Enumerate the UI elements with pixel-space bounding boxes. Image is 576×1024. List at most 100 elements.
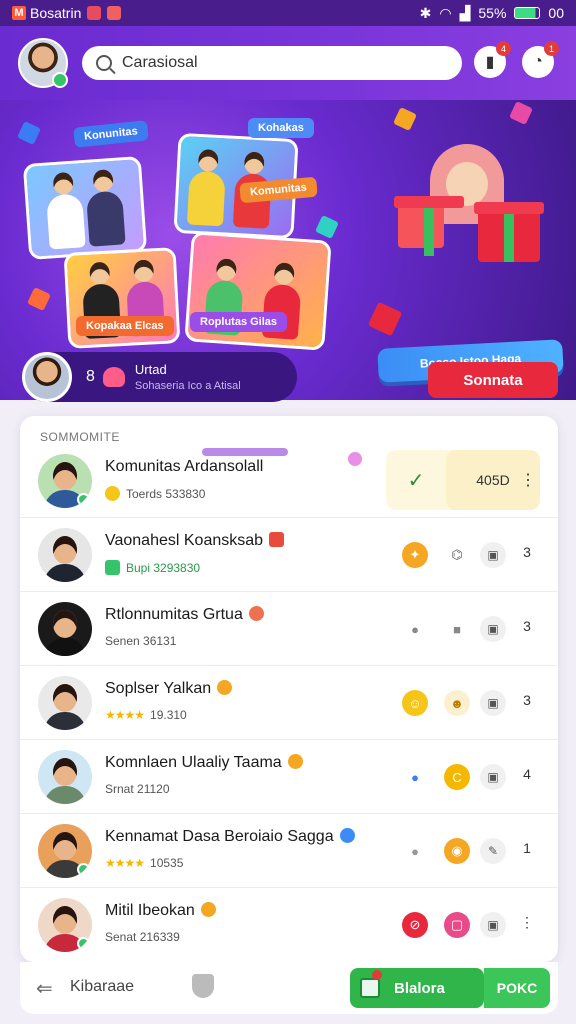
community-meta: ★★★★ 10535 — [105, 856, 184, 870]
signal-icon: ▟ — [459, 4, 471, 21]
community-meta: Senen 36131 — [105, 634, 177, 648]
avatar-face — [53, 684, 77, 712]
badge-icon — [287, 754, 303, 769]
community-avatar — [38, 824, 92, 878]
emoji-icon[interactable]: ☻ — [444, 690, 470, 716]
badge-icon — [217, 680, 233, 695]
handshake-icon[interactable]: ⌬ — [444, 542, 470, 568]
host-avatar — [22, 352, 72, 402]
avatar-face — [53, 462, 77, 490]
status-right: ✱ ◠ ▟ 55% 00 — [420, 5, 564, 22]
list-item[interactable]: Komnlaen Ulaaliy Taama Srnat 21120 ● C ▣… — [20, 740, 558, 814]
community-meta: Senat 216339 — [105, 930, 180, 944]
lock-icon[interactable]: ■ — [444, 616, 470, 642]
community-name: Rtlonnumitas Grtua — [105, 606, 264, 624]
search-input[interactable] — [122, 54, 442, 72]
community-avatar — [38, 750, 92, 804]
list-item[interactable]: Kennamat Dasa Beroiaio Sagga ★★★★ 10535 ●… — [20, 814, 558, 888]
bell-icon: ◔ — [533, 53, 543, 70]
list-item[interactable]: Soplser Yalkan ★★★★ 19.310 ☺ ☻ ▣ 3 — [20, 666, 558, 740]
more-menu-icon[interactable]: ⋮ — [520, 914, 534, 931]
primary-action-button[interactable]: Blalora — [350, 968, 484, 1008]
status-time: 00 — [548, 5, 564, 21]
battery-icon — [514, 7, 541, 19]
shield-check-icon[interactable] — [192, 974, 214, 998]
kid-figure — [46, 193, 86, 250]
gift-icon[interactable]: ▢ — [444, 912, 470, 938]
list-item[interactable]: Rtlonnumitas Grtua Senen 36131 ● ■ ▣ 3 — [20, 592, 558, 666]
notifications-button[interactable]: ◔ 1 — [522, 41, 559, 78]
status-app-name: Bosatrin — [30, 5, 82, 21]
kid-figure — [186, 170, 226, 227]
back-arrow-icon[interactable]: ⇐ — [36, 976, 53, 1001]
community-name: Soplser Yalkan — [105, 680, 233, 698]
kid-figure — [85, 190, 126, 247]
decor-cube — [509, 101, 533, 125]
more-menu-icon[interactable]: ⋮ — [520, 470, 536, 490]
smile-icon[interactable]: ☺ — [402, 690, 428, 716]
featured-stat[interactable]: ✓ 405D — [386, 450, 540, 510]
message-icon[interactable]: ▣ — [480, 616, 506, 642]
list-item[interactable]: Mitil Ibeokan Senat 216339 ⊘ ▢ ▣ ⋮ — [20, 888, 558, 962]
live-title: Urtad — [134, 362, 167, 377]
community-name: Mitil Ibeokan — [105, 902, 216, 920]
heart-icon — [102, 367, 125, 387]
decor-cube — [27, 287, 51, 311]
row-count: 3 — [523, 544, 531, 560]
community-name: Komunitas Ardansolall — [105, 458, 264, 475]
emoji-icon — [105, 486, 120, 501]
reaction-icon[interactable]: ✦ — [402, 542, 428, 568]
hero-card-label: Konunitas — [73, 120, 149, 148]
coin-icon[interactable]: C — [444, 764, 470, 790]
hero-cta-button[interactable]: Sonnata — [428, 362, 558, 398]
notification-icon-2 — [107, 6, 122, 20]
community-meta: Bupi 3293830 — [105, 560, 200, 575]
notifications-badge: 1 — [544, 41, 559, 56]
list-item[interactable]: Vaonahesl Koansksab Bupi 3293830 ✦ ⌬ ▣ 3 — [20, 518, 558, 592]
primary-action-label: Blalora — [394, 979, 445, 997]
message-icon[interactable]: ▣ — [480, 542, 506, 568]
row-count: 3 — [523, 692, 531, 708]
badge-icon — [248, 606, 264, 621]
rating-stars-icon: ★★★★ — [105, 708, 145, 722]
edit-icon[interactable]: ✎ — [480, 838, 506, 864]
wifi-icon: ◠ — [439, 4, 452, 21]
notification-icon — [87, 6, 102, 20]
search-bar[interactable] — [82, 46, 462, 80]
avatar-face — [53, 536, 77, 564]
message-icon[interactable]: ▣ — [480, 690, 506, 716]
profile-avatar[interactable] — [18, 38, 68, 88]
check-icon: ✓ — [407, 469, 425, 492]
badge-icon — [200, 902, 216, 917]
hero-card-label: Kohakas — [248, 118, 314, 138]
community-card — [22, 156, 148, 260]
row-count: 4 — [523, 766, 531, 782]
heart-badge-icon — [339, 828, 355, 843]
award-icon[interactable]: ◉ — [444, 838, 470, 864]
decor-cube — [393, 107, 417, 131]
bookmark-badge: 4 — [496, 41, 511, 56]
users-icon[interactable]: ● — [402, 764, 428, 790]
secondary-action-button[interactable]: POKC — [484, 968, 550, 1008]
bottom-label[interactable]: Kibaraae — [70, 978, 134, 996]
search-icon — [96, 55, 112, 71]
battery-percent: 55% — [478, 5, 507, 21]
app-header: ▮ 4 ◔ 1 — [0, 26, 576, 100]
person-icon[interactable]: ● — [402, 616, 428, 642]
bookmark-button[interactable]: ▮ 4 — [474, 41, 511, 78]
live-host-pill[interactable]: 8 Urtad Sohaseria Ico a Atisal — [22, 352, 297, 402]
verified-icon — [77, 493, 90, 506]
online-status-icon — [52, 72, 68, 88]
avatar-body — [44, 786, 86, 804]
message-icon[interactable]: ▣ — [480, 764, 506, 790]
hero-card-label: Roplutas Gilas — [190, 312, 288, 332]
app-logo-icon: M — [12, 6, 26, 20]
avatar-face — [53, 758, 77, 786]
person-icon[interactable]: ● — [402, 838, 428, 864]
bluetooth-icon: ✱ — [419, 4, 432, 21]
avatar-body — [44, 638, 86, 656]
community-name: Kennamat Dasa Beroiaio Sagga — [105, 828, 355, 846]
community-meta: Toerds 533830 — [105, 486, 205, 501]
message-icon[interactable]: ▣ — [480, 912, 506, 938]
block-icon[interactable]: ⊘ — [402, 912, 428, 938]
